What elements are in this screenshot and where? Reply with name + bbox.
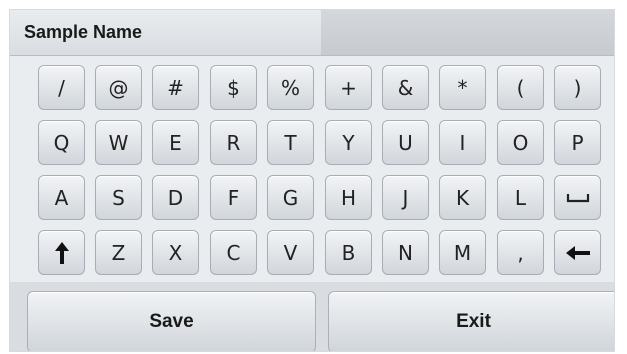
key-q[interactable]: Q (38, 120, 85, 165)
key-z[interactable]: Z (95, 230, 142, 275)
key-h[interactable]: H (325, 175, 372, 220)
key-shift[interactable] (38, 230, 85, 275)
key-u[interactable]: U (382, 120, 429, 165)
key-f[interactable]: F (210, 175, 257, 220)
space-icon (566, 192, 590, 204)
key-t[interactable]: T (267, 120, 314, 165)
key-b[interactable]: B (325, 230, 372, 275)
key-at[interactable]: @ (95, 65, 142, 110)
save-button[interactable]: Save (27, 291, 316, 351)
key-o[interactable]: O (497, 120, 544, 165)
key-e[interactable]: E (152, 120, 199, 165)
key-plus[interactable]: + (325, 65, 372, 110)
key-w[interactable]: W (95, 120, 142, 165)
field-label: Sample Name (10, 10, 321, 55)
keyboard-screen: Sample Name / @ # $ % + & * ( ) Q W E R … (9, 9, 615, 352)
key-right-paren[interactable]: ) (554, 65, 601, 110)
title-bar: Sample Name (10, 10, 614, 56)
key-p[interactable]: P (554, 120, 601, 165)
key-v[interactable]: V (267, 230, 314, 275)
key-m[interactable]: M (439, 230, 486, 275)
key-d[interactable]: D (152, 175, 199, 220)
sample-name-input[interactable] (321, 10, 614, 55)
key-j[interactable]: J (382, 175, 429, 220)
key-x[interactable]: X (152, 230, 199, 275)
key-dollar[interactable]: $ (210, 65, 257, 110)
key-comma[interactable]: , (497, 230, 544, 275)
key-y[interactable]: Y (325, 120, 372, 165)
key-slash[interactable]: / (38, 65, 85, 110)
key-i[interactable]: I (439, 120, 486, 165)
key-ampersand[interactable]: & (382, 65, 429, 110)
key-percent[interactable]: % (267, 65, 314, 110)
key-c[interactable]: C (210, 230, 257, 275)
key-backspace[interactable] (554, 230, 601, 275)
key-hash[interactable]: # (152, 65, 199, 110)
key-left-paren[interactable]: ( (497, 65, 544, 110)
key-a[interactable]: A (38, 175, 85, 220)
key-space[interactable] (554, 175, 601, 220)
exit-button[interactable]: Exit (328, 291, 614, 351)
key-l[interactable]: L (497, 175, 544, 220)
key-r[interactable]: R (210, 120, 257, 165)
key-n[interactable]: N (382, 230, 429, 275)
shift-up-arrow-icon (54, 241, 70, 265)
key-s[interactable]: S (95, 175, 142, 220)
key-g[interactable]: G (267, 175, 314, 220)
key-k[interactable]: K (439, 175, 486, 220)
backspace-left-arrow-icon (565, 245, 591, 261)
key-asterisk[interactable]: * (439, 65, 486, 110)
